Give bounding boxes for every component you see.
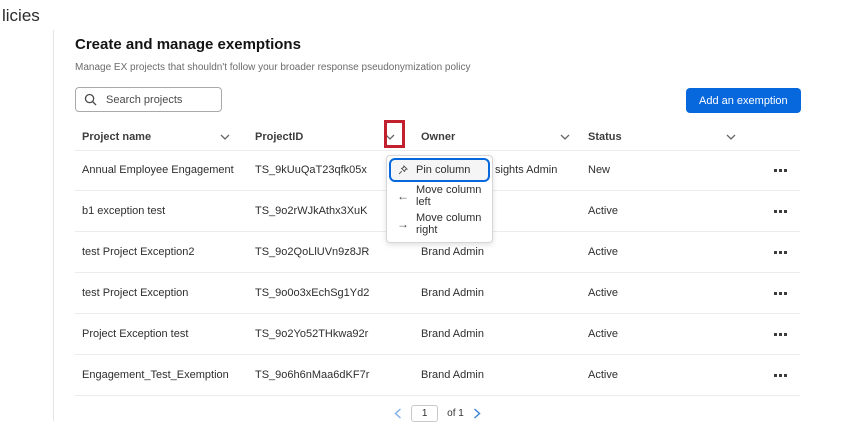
panel-subtitle: Manage EX projects that shouldn't follow… (75, 62, 470, 73)
cell-project-name: Project Exception test (75, 328, 255, 340)
content-divider (53, 30, 54, 421)
menu-item-label: Move column right (416, 212, 492, 236)
table-header: Project name ProjectID Owner Status (75, 124, 800, 151)
page-number-input[interactable] (411, 405, 438, 422)
pagination: of 1 (75, 403, 800, 423)
cell-status: Active (588, 205, 738, 217)
column-header-owner: Owner (421, 131, 588, 143)
chevron-down-icon[interactable] (220, 134, 230, 140)
column-options-menu: Pin column ← Move column left → Move col… (386, 155, 493, 243)
cell-status: Active (588, 246, 738, 258)
cell-owner: Brand Admin (421, 246, 588, 258)
menu-item-label: Pin column (416, 164, 470, 176)
ellipsis-icon (779, 251, 782, 254)
cell-owner: Brand Admin (421, 369, 588, 381)
cell-owner: Brand Admin (421, 328, 588, 340)
cell-project-id: TS_9o2QoLlUVn9z8JR (255, 246, 421, 258)
chevron-down-icon[interactable] (560, 134, 570, 140)
ellipsis-icon (779, 333, 782, 336)
row-actions-button[interactable] (738, 251, 800, 254)
chevron-down-icon[interactable] (726, 134, 736, 140)
column-label: Project name (82, 131, 151, 143)
menu-item-label: Move column left (416, 184, 492, 208)
row-actions-button[interactable] (738, 374, 800, 377)
table-row: Project Exception test TS_9o2Yo52THkwa92… (75, 314, 800, 355)
ellipsis-icon (779, 292, 782, 295)
prev-page-button[interactable] (394, 408, 402, 419)
cell-project-name: b1 exception test (75, 205, 255, 217)
pin-icon (397, 164, 409, 176)
row-actions-button[interactable] (738, 169, 800, 172)
chevron-down-icon[interactable] (385, 134, 395, 140)
add-exemption-button[interactable]: Add an exemption (686, 88, 801, 113)
cell-project-id: TS_9o2Yo52THkwa92r (255, 328, 421, 340)
search-icon (84, 93, 97, 106)
cell-owner: Brand Admin (421, 287, 588, 299)
table-row: test Project Exception TS_9o0o3xEchSg1Yd… (75, 273, 800, 314)
cell-status: Active (588, 287, 738, 299)
cell-project-name: test Project Exception2 (75, 246, 255, 258)
cell-project-name: Annual Employee Engagement (75, 164, 255, 176)
ellipsis-icon (779, 374, 782, 377)
cell-status: Active (588, 328, 738, 340)
menu-item-move-column-left[interactable]: ← Move column left (387, 182, 492, 210)
row-actions-button[interactable] (738, 333, 800, 336)
next-page-button[interactable] (473, 408, 481, 419)
cell-project-id: TS_9o6h6nMaa6dKF7r (255, 369, 421, 381)
search-input[interactable] (104, 93, 213, 107)
column-header-status: Status (588, 131, 738, 143)
column-label: Status (588, 131, 622, 143)
search-box[interactable] (75, 87, 222, 112)
menu-item-pin-column[interactable]: Pin column (389, 158, 490, 182)
ellipsis-icon (779, 169, 782, 172)
cell-project-name: Engagement_Test_Exemption (75, 369, 255, 381)
column-header-project-name: Project name (75, 131, 255, 143)
panel-title: Create and manage exemptions (75, 36, 301, 53)
cell-status: Active (588, 369, 738, 381)
column-label: ProjectID (255, 131, 303, 143)
arrow-right-icon: → (397, 218, 409, 230)
ellipsis-icon (779, 210, 782, 213)
row-actions-button[interactable] (738, 210, 800, 213)
menu-item-move-column-right[interactable]: → Move column right (387, 210, 492, 238)
page-heading-fragment: licies (2, 6, 40, 26)
row-actions-button[interactable] (738, 292, 800, 295)
arrow-left-icon: ← (397, 190, 409, 202)
cell-project-name: test Project Exception (75, 287, 255, 299)
page-count-label: of 1 (447, 408, 464, 419)
cell-project-id: TS_9o0o3xEchSg1Yd2 (255, 287, 421, 299)
table-row: Engagement_Test_Exemption TS_9o6h6nMaa6d… (75, 355, 800, 396)
column-label: Owner (421, 131, 455, 143)
cell-status: New (588, 164, 738, 176)
column-header-project-id: ProjectID (255, 131, 421, 143)
